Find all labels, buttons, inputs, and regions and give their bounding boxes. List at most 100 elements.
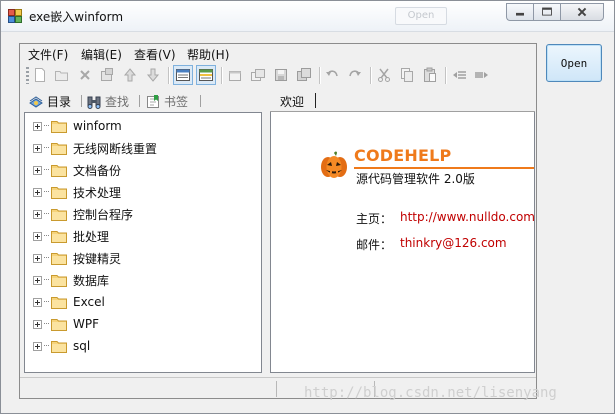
tree-node[interactable]: WPF [33,315,99,333]
tree-node[interactable]: 技术处理 [33,183,121,201]
menu-help[interactable]: 帮助(H) [187,46,229,63]
cut-icon[interactable] [376,67,392,83]
email-link[interactable]: thinkry@126.com [400,236,507,250]
properties-icon[interactable] [99,67,115,83]
tree-line [44,191,49,193]
tab-bookmark[interactable]: 书签 [145,92,188,111]
tree-node-label: WPF [73,317,100,331]
list-view-button[interactable] [173,65,193,85]
close-icon [577,7,587,17]
folder-icon [51,230,67,243]
window-icon[interactable] [227,67,243,83]
indent-icon[interactable] [451,67,467,83]
open-button[interactable]: Open [546,44,602,82]
expand-icon[interactable] [33,297,42,307]
tree-node[interactable]: 数据库 [33,271,109,289]
folder-icon [51,120,67,133]
brand-underline [354,167,534,169]
tree-node[interactable]: sql [33,337,90,355]
menu-edit[interactable]: 编辑(E) [81,46,122,63]
toolbar-grip[interactable] [26,67,29,84]
catalog-tree[interactable]: winform 无线网断线重置 文档备份 技术处理 控制台程序 批处理 按键精灵… [24,112,262,373]
email-label: 邮件： [356,238,393,252]
tree-node-label: 批处理 [73,229,110,244]
expand-icon[interactable] [33,209,42,219]
copy-icon[interactable] [399,67,415,83]
move-down-icon[interactable] [145,67,161,83]
toolbar-separator [221,67,223,84]
tree-node[interactable]: 文档备份 [33,161,121,179]
binoculars-icon [87,96,101,109]
tree-node[interactable]: 按键精灵 [33,249,121,267]
tree-line [44,323,49,325]
folder-icon [51,252,67,265]
expand-icon[interactable] [33,341,42,351]
tree-line [44,169,49,171]
expand-icon[interactable] [33,121,42,131]
tree-node-label: 控制台程序 [73,207,134,222]
expand-icon[interactable] [33,231,42,241]
tree-node[interactable]: Excel [33,293,105,311]
tab-separator [200,95,201,107]
save-icon[interactable] [273,67,289,83]
tab-separator [139,95,140,107]
expand-icon[interactable] [33,253,42,263]
close-button[interactable] [560,3,604,21]
title-bar[interactable]: exe嵌入winform Open [1,1,614,32]
main-window: exe嵌入winform Open Open 文件(F) 编辑(E) 查看(V)… [0,0,615,414]
tree-node-label: 按键精灵 [73,251,122,266]
tree-node[interactable]: 批处理 [33,227,109,245]
tab-search[interactable]: 查找 [86,92,129,111]
expand-icon[interactable] [33,165,42,175]
menu-file[interactable]: 文件(F) [28,46,68,63]
tab-search-label: 查找 [105,95,130,109]
tree-line [44,279,49,281]
delete-icon[interactable] [77,67,93,83]
maximize-button[interactable] [533,3,560,21]
menu-view[interactable]: 查看(V) [134,46,176,63]
tree-node-label: 技术处理 [73,185,122,200]
pane-splitter[interactable] [264,90,268,373]
expand-icon[interactable] [33,187,42,197]
new-icon[interactable] [32,67,48,83]
tree-node[interactable]: 控制台程序 [33,205,133,223]
outdent-icon[interactable] [474,67,490,83]
expand-icon[interactable] [33,143,42,153]
minimize-button[interactable] [506,3,533,21]
save-all-icon[interactable] [296,67,312,83]
paste-icon[interactable] [422,67,438,83]
tab-welcome[interactable]: 欢迎 [280,93,304,110]
detail-view-button[interactable] [196,65,216,85]
toolbar-separator [168,67,170,84]
tree-line [44,257,49,259]
homepage-link[interactable]: http://www.nulldo.com/ [400,210,534,224]
toolbar-separator [445,67,447,84]
folder-icon [51,208,67,221]
tree-line [44,125,49,127]
toolbar-separator [319,67,321,84]
toolbar [20,63,536,87]
copy-window-icon[interactable] [250,67,266,83]
tree-node[interactable]: 无线网断线重置 [33,139,157,157]
move-up-icon[interactable] [122,67,138,83]
menu-bar: 文件(F) 编辑(E) 查看(V) 帮助(H) [20,44,536,62]
app-subtitle: 源代码管理软件 2.0版 [356,172,475,186]
right-tab-strip: 欢迎 [270,90,535,112]
tree-line [44,301,49,303]
minimize-icon [516,12,524,16]
tree-node-label: winform [73,119,122,133]
detail-view-icon [199,69,213,81]
open-folder-icon[interactable] [54,67,70,83]
brand-title: CODEHELP [354,146,452,165]
expand-icon[interactable] [33,275,42,285]
redo-icon[interactable] [347,67,363,83]
tree-node[interactable]: winform [33,117,122,135]
folder-icon [51,142,67,155]
blog-watermark: http://blog.csdn.net/lisenyang [304,385,557,401]
folder-icon [51,318,67,331]
tree-line [44,235,49,237]
window-title: exe嵌入winform [29,10,124,24]
tab-catalog[interactable]: 目录 [28,92,71,111]
undo-icon[interactable] [324,67,340,83]
expand-icon[interactable] [33,319,42,329]
